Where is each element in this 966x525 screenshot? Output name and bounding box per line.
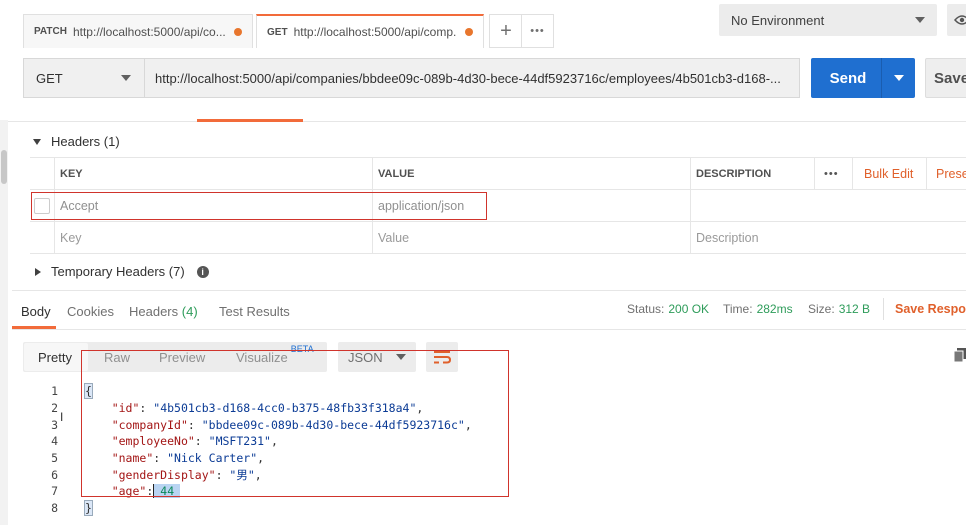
plus-icon: + — [500, 19, 512, 42]
new-tab-button[interactable]: + — [489, 14, 523, 48]
view-pretty-button[interactable]: Pretty — [38, 342, 72, 372]
column-value: VALUE — [378, 167, 415, 180]
unsaved-dot-icon — [465, 28, 473, 36]
divider — [12, 290, 966, 291]
code-line: 8 } — [51, 500, 93, 517]
environment-label: No Environment — [731, 12, 825, 28]
caret-right-icon — [35, 267, 41, 276]
tab-method: PATCH — [34, 26, 67, 37]
tab-test-results[interactable]: Test Results — [219, 304, 290, 319]
header-description-input[interactable] — [690, 190, 960, 221]
environment-quick-look-button[interactable] — [947, 4, 966, 36]
new-description-input[interactable]: Description — [690, 222, 960, 253]
header-table-head: KEY VALUE DESCRIPTION ••• Bulk Edit Pres… — [30, 158, 966, 190]
tab-response-body[interactable]: Body — [21, 304, 51, 319]
unsaved-dot-icon — [234, 27, 242, 36]
caret-down-icon — [33, 138, 41, 145]
temporary-headers-toggle[interactable]: Temporary Headers (7) i — [35, 264, 209, 279]
send-options-button[interactable] — [882, 75, 915, 81]
tab-response-cookies[interactable]: Cookies — [67, 304, 114, 319]
more-icon: ••• — [530, 25, 545, 37]
send-label: Send — [829, 69, 867, 87]
request-tab-patch[interactable]: PATCH http://localhost:5000/api/co... — [23, 14, 253, 48]
tab-headers-active-indicator — [197, 119, 303, 122]
header-row-new: Key Value Description — [30, 222, 966, 254]
bulk-edit-link[interactable]: Bulk Edit — [858, 158, 913, 189]
chevron-down-icon — [915, 17, 925, 23]
chevron-down-icon — [121, 75, 131, 81]
method-select[interactable]: GET — [23, 58, 145, 98]
save-response-button[interactable]: Save Respor — [895, 302, 966, 316]
response-time: Time: 282ms — [723, 302, 793, 316]
copy-icon[interactable] — [953, 348, 966, 363]
request-tab-get[interactable]: GET http://localhost:5000/api/comp... — [256, 14, 484, 48]
divider — [926, 158, 927, 190]
headers-section-toggle[interactable]: Headers (1) — [33, 134, 120, 149]
divider — [814, 158, 815, 190]
text-cursor-icon: I — [60, 410, 64, 424]
divider — [0, 121, 966, 122]
url-text: http://localhost:5000/api/companies/bbde… — [155, 70, 781, 86]
column-key: KEY — [60, 167, 83, 180]
annotation-highlight-box — [81, 350, 509, 497]
method-label: GET — [36, 70, 63, 86]
presets-link[interactable]: Prese — [930, 158, 966, 189]
new-key-input[interactable]: Key — [54, 222, 372, 253]
response-status: Status: 200 OK — [627, 302, 710, 316]
eye-icon — [954, 15, 966, 25]
scrollbar-thumb[interactable] — [1, 150, 7, 184]
divider — [12, 329, 966, 330]
new-value-input[interactable]: Value — [372, 222, 690, 253]
save-button[interactable]: Save — [925, 58, 966, 98]
annotation-highlight-box — [31, 192, 487, 220]
tab-response-headers[interactable]: Headers (4) — [129, 304, 198, 319]
response-size: Size: 312 B — [808, 302, 871, 316]
temporary-headers-title: Temporary Headers (7) — [51, 264, 185, 279]
url-input[interactable]: http://localhost:5000/api/companies/bbde… — [145, 58, 800, 98]
divider — [883, 298, 884, 320]
divider — [690, 158, 691, 254]
divider — [852, 158, 853, 190]
send-button[interactable]: Send — [811, 58, 915, 98]
save-label: Save — [934, 69, 966, 87]
tab-more-button[interactable]: ••• — [521, 14, 554, 48]
info-icon[interactable]: i — [196, 265, 209, 278]
tab-method: GET — [267, 26, 288, 38]
chevron-down-icon — [893, 75, 904, 81]
header-more-button[interactable]: ••• — [818, 158, 839, 189]
tab-url: http://localhost:5000/api/co... — [72, 24, 226, 39]
tab-url: http://localhost:5000/api/comp... — [293, 25, 457, 39]
environment-select[interactable]: No Environment — [719, 4, 937, 36]
headers-title: Headers (1) — [51, 134, 120, 149]
column-description: DESCRIPTION — [696, 167, 772, 180]
